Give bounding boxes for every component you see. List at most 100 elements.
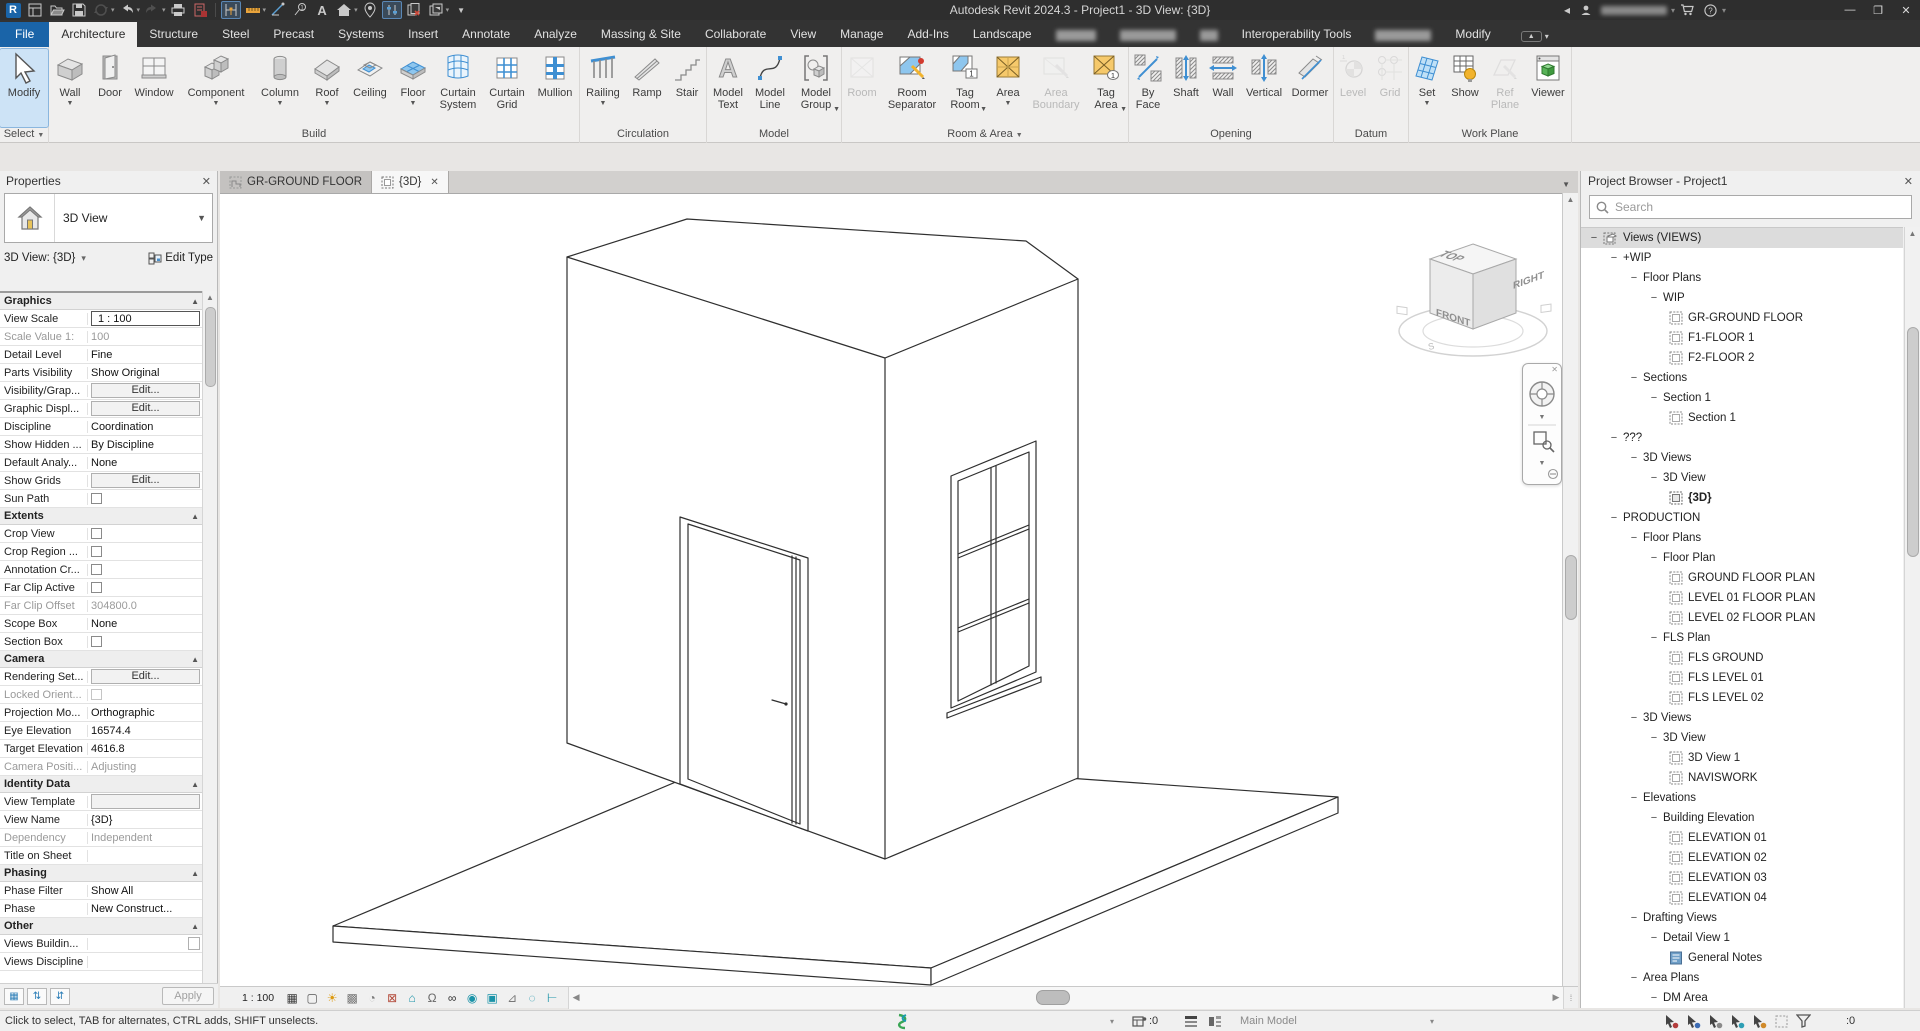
tab-analyze[interactable]: Analyze xyxy=(522,22,589,47)
tree-item-3d-views[interactable]: −3D Views xyxy=(1581,448,1903,468)
property-value[interactable]: New Construct... xyxy=(88,903,203,915)
analytical-model-icon[interactable]: ⊿ xyxy=(502,989,522,1007)
ribbon-button-column[interactable]: Column▼ xyxy=(253,49,307,127)
tag-icon[interactable]: 1 xyxy=(290,1,310,19)
property-value[interactable]: Show Original xyxy=(88,367,203,379)
tree-item-elevation-01[interactable]: ELEVATION 01 xyxy=(1581,828,1903,848)
ui-toggle-icon[interactable] xyxy=(382,1,402,19)
ribbon-collapse-icon[interactable]: ▲ xyxy=(1521,31,1542,42)
measure-pin-icon[interactable] xyxy=(221,1,241,19)
navbar-minimize-icon[interactable] xyxy=(1549,470,1558,479)
ribbon-button-roof[interactable]: Roof▼ xyxy=(307,49,347,127)
ribbon-button-dormer[interactable]: Dormer xyxy=(1287,49,1333,127)
property-value[interactable] xyxy=(88,937,203,950)
drawing-canvas[interactable]: S TOP FRONT RIGHT ✕ ▼ xyxy=(220,193,1562,986)
tree-collapse-icon[interactable]: − xyxy=(1649,552,1659,564)
tree-item--wip[interactable]: −+WIP xyxy=(1581,248,1903,268)
dropdown-caret-icon[interactable]: ▼ xyxy=(1005,100,1012,107)
filter-icon[interactable] xyxy=(1796,1014,1811,1028)
print-icon[interactable] xyxy=(168,1,188,19)
tree-item-elevation-03[interactable]: ELEVATION 03 xyxy=(1581,868,1903,888)
dropdown-caret-icon[interactable]: ▼ xyxy=(277,100,284,107)
property-value[interactable]: Coordination xyxy=(88,421,203,433)
dropdown-caret-icon[interactable]: ▼ xyxy=(980,106,987,113)
property-value[interactable]: 16574.4 xyxy=(88,725,203,737)
redo-icon[interactable] xyxy=(142,1,162,19)
collapse-chevron-icon[interactable]: ▲ xyxy=(191,780,199,789)
properties-section-graphics[interactable]: Graphics▲ xyxy=(0,293,203,310)
select-underlay-icon[interactable] xyxy=(1686,1014,1701,1029)
collapse-arrow-icon[interactable]: ◂ xyxy=(1564,3,1570,17)
property-value[interactable]: Edit... xyxy=(88,401,203,416)
select-links-icon[interactable] xyxy=(1664,1014,1679,1029)
tree-item-3d-view[interactable]: −3D View xyxy=(1581,728,1903,748)
tree-item-production[interactable]: −PRODUCTION xyxy=(1581,508,1903,528)
tree-item-elevation-04[interactable]: ELEVATION 04 xyxy=(1581,888,1903,908)
ribbon-button-show[interactable]: Show xyxy=(1445,49,1485,127)
tree-item-naviswork[interactable]: NAVISWORK xyxy=(1581,768,1903,788)
property-value[interactable]: Fine xyxy=(88,349,203,361)
collapse-chevron-icon[interactable]: ▲ xyxy=(191,512,199,521)
temporary-view-properties-icon[interactable]: ▣ xyxy=(482,989,502,1007)
tree-item-elevations[interactable]: −Elevations xyxy=(1581,788,1903,808)
crop-view-icon[interactable]: ⊠ xyxy=(382,989,402,1007)
sync-icon-caret[interactable]: ▾ xyxy=(111,6,115,14)
main-model-icon[interactable] xyxy=(1208,1015,1222,1028)
tab-redacted[interactable] xyxy=(1363,25,1443,47)
ruler-icon-caret[interactable]: ▾ xyxy=(263,6,267,14)
tab-massing-site[interactable]: Massing & Site xyxy=(589,22,693,47)
undo-icon[interactable] xyxy=(117,1,137,19)
tab-precast[interactable]: Precast xyxy=(261,22,326,47)
navigation-bar[interactable]: ✕ ▼ ▼ xyxy=(1522,363,1562,485)
print-preview-icon[interactable] xyxy=(190,1,210,19)
project-browser-search-input[interactable]: Search xyxy=(1589,195,1912,219)
ribbon-button-window[interactable]: Window xyxy=(129,49,179,127)
tree-item-drafting-views[interactable]: −Drafting Views xyxy=(1581,908,1903,928)
app-store-cart-icon[interactable] xyxy=(1680,4,1694,16)
minimize-button[interactable]: — xyxy=(1836,0,1864,20)
ribbon-button-tag-room[interactable]: 1TagRoom▼ xyxy=(942,49,988,127)
align-line-icon[interactable] xyxy=(268,1,288,19)
close-button[interactable]: ✕ xyxy=(1892,0,1920,20)
view-scale-button[interactable]: 1 : 100 xyxy=(220,992,282,1004)
tree-collapse-icon[interactable]: − xyxy=(1629,792,1639,804)
tree-collapse-icon[interactable]: − xyxy=(1649,812,1659,824)
ribbon-button-wall[interactable]: Wall xyxy=(1205,49,1241,127)
ribbon-button-modify[interactable]: Modify xyxy=(0,49,48,127)
properties-sort-icon[interactable]: ⇅ xyxy=(27,988,47,1005)
ribbon-button-mullion[interactable]: Mullion xyxy=(531,49,579,127)
tree-collapse-icon[interactable]: − xyxy=(1629,372,1639,384)
temporary-hide-isolate-icon[interactable]: ∞ xyxy=(442,989,462,1007)
collapse-chevron-icon[interactable]: ▲ xyxy=(191,297,199,306)
tree-item-building-elevation[interactable]: −Building Elevation xyxy=(1581,808,1903,828)
open-icon[interactable] xyxy=(47,1,67,19)
ribbon-button-model-line[interactable]: ModelLine xyxy=(749,49,791,127)
ribbon-button-vertical[interactable]: Vertical xyxy=(1241,49,1287,127)
tree-collapse-icon[interactable]: − xyxy=(1649,992,1659,1004)
view-tab-list-caret-icon[interactable]: ▼ xyxy=(1562,180,1578,193)
tab-insert[interactable]: Insert xyxy=(396,22,450,47)
door[interactable] xyxy=(680,517,808,831)
user-menu-caret-icon[interactable]: ▾ xyxy=(1671,6,1675,15)
worksets-caret-icon[interactable]: ▾ xyxy=(1110,1017,1114,1026)
tree-item-gr-ground-floor[interactable]: GR-GROUND FLOOR xyxy=(1581,308,1903,328)
text-icon[interactable]: A xyxy=(312,1,332,19)
property-value[interactable]: {3D} xyxy=(88,814,203,826)
design-options-icon[interactable] xyxy=(1184,1015,1198,1028)
dropdown-caret-icon[interactable]: ▼ xyxy=(213,100,220,107)
tree-item-section-1[interactable]: Section 1 xyxy=(1581,408,1903,428)
tree-collapse-icon[interactable]: − xyxy=(1609,432,1619,444)
ribbon-button-area[interactable]: Area▼ xyxy=(988,49,1028,127)
tab-add-ins[interactable]: Add-Ins xyxy=(895,22,960,47)
collapse-chevron-icon[interactable]: ▲ xyxy=(191,655,199,664)
property-value[interactable] xyxy=(88,564,203,575)
project-browser-close-icon[interactable]: ✕ xyxy=(1904,175,1913,188)
drag-on-selection-icon[interactable] xyxy=(1752,1014,1767,1029)
ribbon-button-room-separator[interactable]: RoomSeparator xyxy=(882,49,942,127)
property-value[interactable]: Edit... xyxy=(88,383,203,398)
rendering-dialog-icon[interactable]: ◔ xyxy=(362,989,382,1007)
tab-systems[interactable]: Systems xyxy=(326,22,396,47)
properties-close-icon[interactable]: ✕ xyxy=(202,175,211,188)
viewcube[interactable]: S TOP FRONT RIGHT xyxy=(1395,234,1555,366)
tab-redacted[interactable] xyxy=(1108,25,1188,47)
